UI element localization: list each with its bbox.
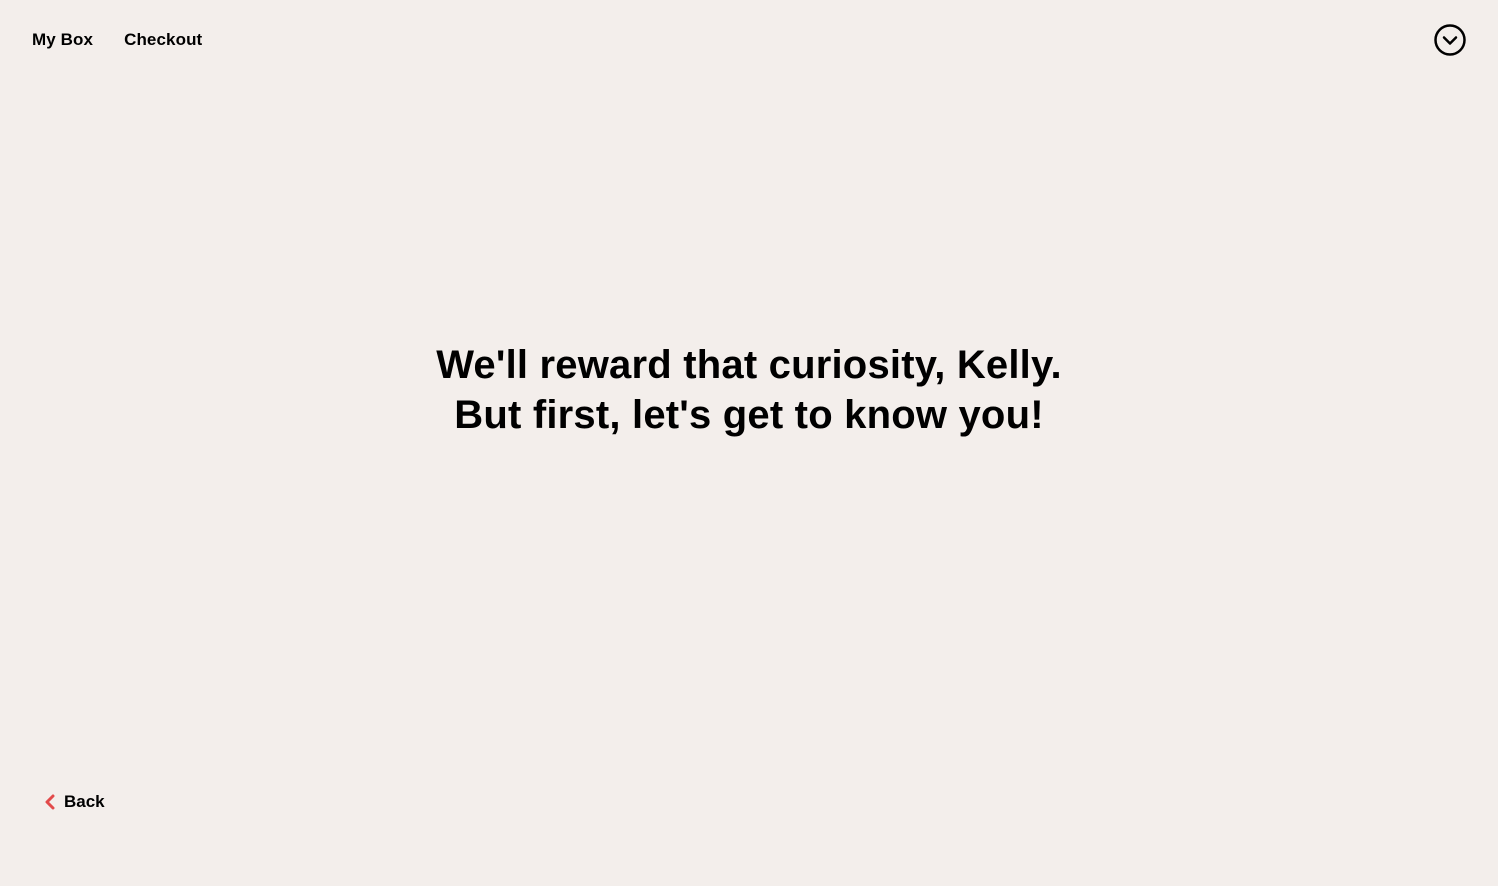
back-label: Back — [64, 792, 105, 811]
hero-message: We'll reward that curiosity, Kelly. But … — [0, 340, 1498, 440]
hero-heading-line-1: We'll reward that curiosity, Kelly. — [436, 343, 1062, 387]
nav-link-checkout[interactable]: Checkout — [124, 30, 202, 50]
back-button[interactable]: Back — [44, 791, 105, 813]
account-menu-toggle[interactable] — [1434, 24, 1466, 56]
chevron-down-circle-icon — [1434, 24, 1466, 56]
nav-link-my-box[interactable]: My Box — [32, 30, 93, 50]
top-navigation: My Box Checkout — [32, 30, 202, 50]
chevron-left-icon — [44, 794, 56, 810]
hero-heading-line-2: But first, let's get to know you! — [454, 393, 1044, 437]
